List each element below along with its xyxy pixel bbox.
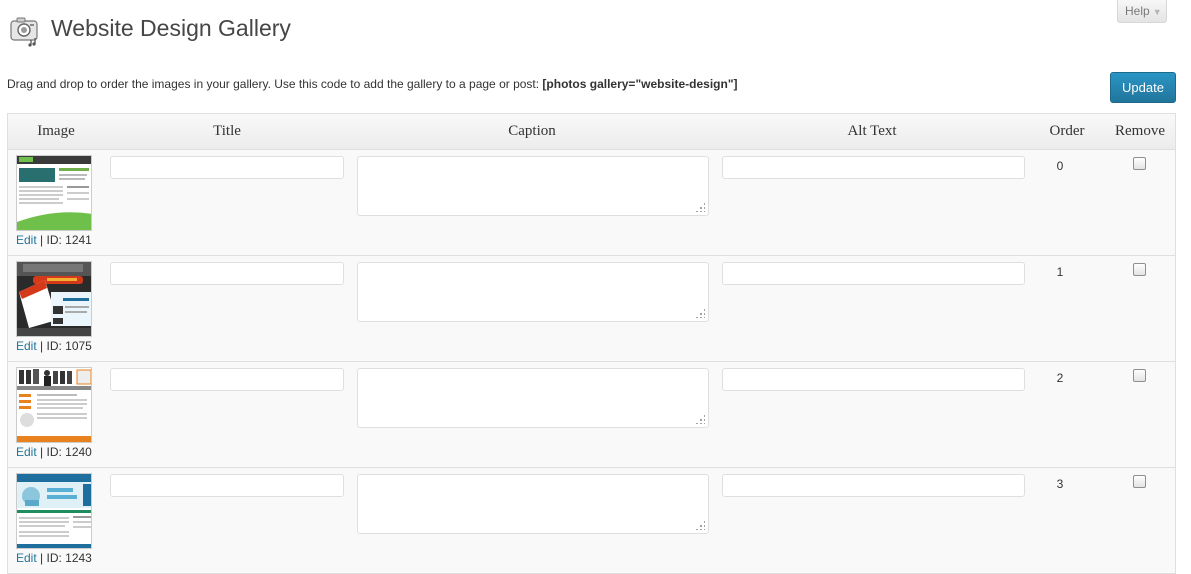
table-row[interactable]: Edit | ID: 1241 0 bbox=[8, 150, 1175, 256]
alt-text-input[interactable] bbox=[722, 156, 1025, 179]
title-input[interactable] bbox=[110, 156, 344, 179]
chevron-down-icon: ▼ bbox=[1152, 7, 1162, 17]
alt-text-input[interactable] bbox=[722, 368, 1025, 391]
image-thumbnail[interactable] bbox=[16, 155, 92, 231]
caption-textarea[interactable] bbox=[357, 156, 709, 216]
order-value: 0 bbox=[1056, 159, 1064, 173]
table-row[interactable]: Edit | ID: 1075 1 bbox=[8, 256, 1175, 362]
column-header-order: Order bbox=[1049, 123, 1085, 139]
order-value: 1 bbox=[1056, 265, 1064, 279]
row-meta: Edit | ID: 1240 bbox=[16, 445, 92, 459]
title-input[interactable] bbox=[110, 262, 344, 285]
table-header: Image Title Caption Alt Text Order Remov… bbox=[8, 114, 1175, 150]
image-id: | ID: 1241 bbox=[40, 233, 92, 247]
help-label: Help bbox=[1125, 4, 1150, 18]
row-meta: Edit | ID: 1243 bbox=[16, 551, 92, 565]
help-tab[interactable]: Help ▼ bbox=[1117, 0, 1167, 23]
remove-checkbox[interactable] bbox=[1133, 157, 1146, 170]
instructions-text: Drag and drop to order the images in you… bbox=[7, 77, 543, 91]
edit-link[interactable]: Edit bbox=[16, 233, 37, 247]
remove-checkbox[interactable] bbox=[1133, 475, 1146, 488]
column-header-image: Image bbox=[37, 123, 75, 139]
row-meta: Edit | ID: 1075 bbox=[16, 339, 92, 353]
edit-link[interactable]: Edit bbox=[16, 551, 37, 565]
row-meta: Edit | ID: 1241 bbox=[16, 233, 92, 247]
page-title: Website Design Gallery bbox=[51, 15, 291, 41]
image-id: | ID: 1243 bbox=[40, 551, 92, 565]
order-value: 2 bbox=[1056, 371, 1064, 385]
table-row[interactable]: Edit | ID: 1243 3 bbox=[8, 468, 1175, 574]
alt-text-input[interactable] bbox=[722, 262, 1025, 285]
image-thumbnail[interactable] bbox=[16, 473, 92, 549]
photos-gallery-icon bbox=[8, 13, 42, 47]
image-id: | ID: 1075 bbox=[40, 339, 92, 353]
column-header-remove: Remove bbox=[1115, 123, 1165, 139]
column-header-caption: Caption bbox=[508, 123, 556, 139]
title-input[interactable] bbox=[110, 368, 344, 391]
remove-checkbox[interactable] bbox=[1133, 263, 1146, 276]
image-thumbnail[interactable] bbox=[16, 367, 92, 443]
shortcode: [photos gallery="website-design"] bbox=[542, 77, 738, 91]
caption-textarea[interactable] bbox=[357, 474, 709, 534]
edit-link[interactable]: Edit bbox=[16, 339, 37, 353]
update-button[interactable]: Update bbox=[1110, 72, 1176, 103]
image-id: | ID: 1240 bbox=[40, 445, 92, 459]
column-header-alt-text: Alt Text bbox=[847, 123, 897, 139]
image-thumbnail[interactable] bbox=[16, 261, 92, 337]
caption-textarea[interactable] bbox=[357, 262, 709, 322]
title-input[interactable] bbox=[110, 474, 344, 497]
alt-text-input[interactable] bbox=[722, 474, 1025, 497]
remove-checkbox[interactable] bbox=[1133, 369, 1146, 382]
column-header-title: Title bbox=[213, 123, 241, 139]
table-row[interactable]: Edit | ID: 1240 2 bbox=[8, 362, 1175, 468]
order-value: 3 bbox=[1056, 477, 1064, 491]
gallery-table: Image Title Caption Alt Text Order Remov… bbox=[7, 113, 1176, 574]
edit-link[interactable]: Edit bbox=[16, 445, 37, 459]
gallery-instructions: Drag and drop to order the images in you… bbox=[7, 77, 738, 91]
caption-textarea[interactable] bbox=[357, 368, 709, 428]
